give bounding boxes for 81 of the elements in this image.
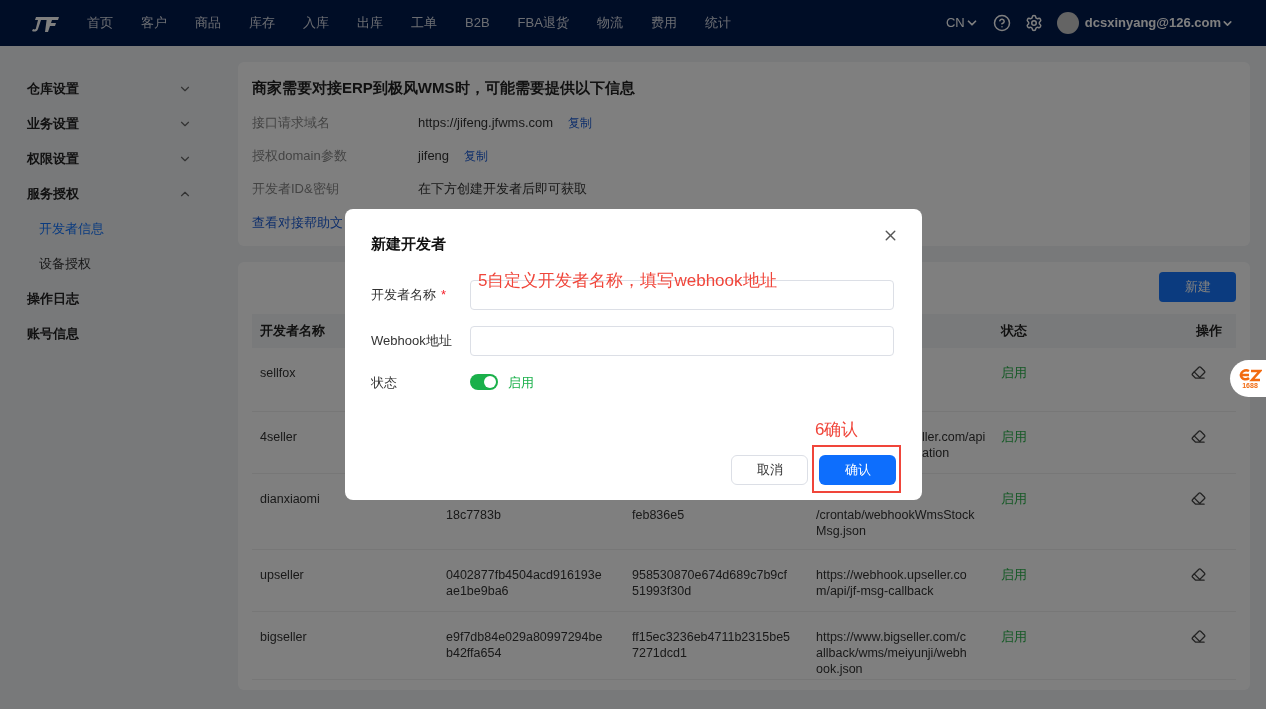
table-cell: ller.com/api — [922, 429, 986, 445]
table-cell: dianxiaomi — [260, 491, 320, 507]
table-cell: e9f7db84e029a80997294be — [446, 629, 603, 645]
nav-link[interactable]: 费用 — [650, 13, 677, 33]
annotation-note: 6确认 — [815, 419, 859, 441]
table-cell: bigseller — [260, 629, 307, 645]
sidebar-group[interactable]: 权限设置 — [0, 141, 238, 176]
nav-link[interactable]: 客户 — [141, 13, 167, 33]
language-selector[interactable]: CN — [946, 13, 979, 33]
nav-link[interactable]: 入库 — [303, 13, 329, 33]
table-cell: allback/wms/meiyunji/webh — [816, 645, 967, 661]
nav-link[interactable]: FBA退货 — [517, 13, 569, 33]
sidebar-group[interactable]: 服务授权 — [0, 176, 238, 211]
nav-link[interactable]: 库存 — [249, 13, 275, 33]
table-cell: ation — [922, 445, 950, 461]
sidebar-group[interactable]: 操作日志 — [0, 281, 238, 316]
logo-icon — [1238, 367, 1262, 382]
eraser-icon[interactable] — [1191, 629, 1206, 644]
card-title: 商家需要对接ERP到极风WMS时，可能需要提供以下信息 — [252, 78, 636, 98]
nav-link[interactable]: 出库 — [357, 13, 383, 33]
info-value: https://jifeng.jfwms.com — [418, 113, 554, 132]
help-doc-link[interactable]: 查看对接帮助文 — [252, 213, 343, 233]
avatar[interactable] — [1056, 12, 1079, 34]
table-cell: 0402877fb4504acd916193e — [446, 567, 602, 583]
new-button[interactable]: 新建 — [1159, 272, 1236, 302]
cancel-button[interactable]: 取消 — [731, 455, 808, 485]
table-cell: ae1be9ba6 — [446, 583, 509, 599]
sidebar-group[interactable]: 业务设置 — [0, 106, 238, 141]
eraser-icon[interactable] — [1191, 429, 1206, 444]
table-cell: b42ffa654 — [446, 645, 502, 661]
sidebar-item[interactable]: 设备授权 — [0, 246, 238, 281]
eraser-icon[interactable] — [1191, 491, 1206, 506]
table-cell: /crontab/webhookWmsStock — [816, 507, 975, 523]
sidebar-group[interactable]: 仓库设置 — [0, 71, 238, 106]
nav-link[interactable]: B2B — [465, 13, 490, 33]
table-cell: 51993f30d — [632, 583, 692, 599]
switch-label: 启用 — [508, 373, 534, 392]
nav-link[interactable]: 物流 — [596, 13, 623, 33]
info-label: 开发者ID&密钥 — [252, 179, 340, 198]
table-cell: feb836e5 — [632, 507, 685, 523]
field-label: 状态 — [371, 373, 398, 392]
info-value: jifeng — [418, 146, 450, 165]
copy-link[interactable]: 复制 — [568, 113, 593, 132]
info-value: 在下方创建开发者后即可获取 — [418, 179, 587, 198]
status-text: 启用 — [1001, 629, 1027, 645]
table-cell: https://webhook.upseller.co — [816, 567, 967, 583]
required-mark: * — [441, 285, 447, 304]
table-cell: ff15ec3236eb4711b2315be5 — [632, 629, 791, 645]
table-cell: https://www.bigseller.com/c — [816, 629, 967, 645]
nav-link[interactable]: 统计 — [704, 13, 731, 33]
help-icon[interactable] — [992, 14, 1011, 32]
status-text: 启用 — [1001, 491, 1027, 507]
user-menu[interactable]: dcsxinyang@126.com — [1084, 13, 1234, 33]
nav-link[interactable]: 工单 — [411, 13, 437, 33]
nav-link[interactable]: 商品 — [195, 13, 221, 33]
nav-link[interactable]: 首页 — [87, 13, 113, 33]
table-cell: 7271dcd1 — [632, 645, 687, 661]
eraser-icon[interactable] — [1191, 365, 1206, 380]
table-cell: sellfox — [260, 365, 296, 381]
status-text: 启用 — [1001, 365, 1027, 381]
table-cell: ook.json — [816, 661, 863, 677]
confirm-button[interactable]: 确认 — [819, 455, 896, 485]
table-cell: upseller — [260, 567, 304, 583]
eraser-icon[interactable] — [1191, 567, 1206, 582]
settings-icon[interactable] — [1024, 14, 1043, 32]
sidebar-item[interactable]: 开发者信息 — [0, 211, 238, 246]
field-label: 开发者名称 — [371, 285, 436, 304]
toggle-switch[interactable] — [470, 374, 498, 391]
table-cell: 4seller — [260, 429, 297, 445]
sidebar-group[interactable]: 账号信息 — [0, 316, 238, 351]
status-text: 启用 — [1001, 567, 1027, 583]
copy-link[interactable]: 复制 — [464, 146, 489, 165]
table-cell: 958530870e674d689c7b9cf — [632, 567, 787, 583]
dialog-title: 新建开发者 — [371, 234, 446, 254]
table-cell: 18c7783b — [446, 507, 501, 523]
status-text: 启用 — [1001, 429, 1027, 445]
annotation-note: 5自定义开发者名称，填写webhook地址 — [478, 270, 777, 292]
table-cell: m/api/jf-msg-callback — [816, 583, 934, 599]
table-cell: Msg.json — [816, 523, 867, 539]
field-label: Webhook地址 — [371, 331, 452, 350]
input-field[interactable] — [470, 325, 894, 356]
